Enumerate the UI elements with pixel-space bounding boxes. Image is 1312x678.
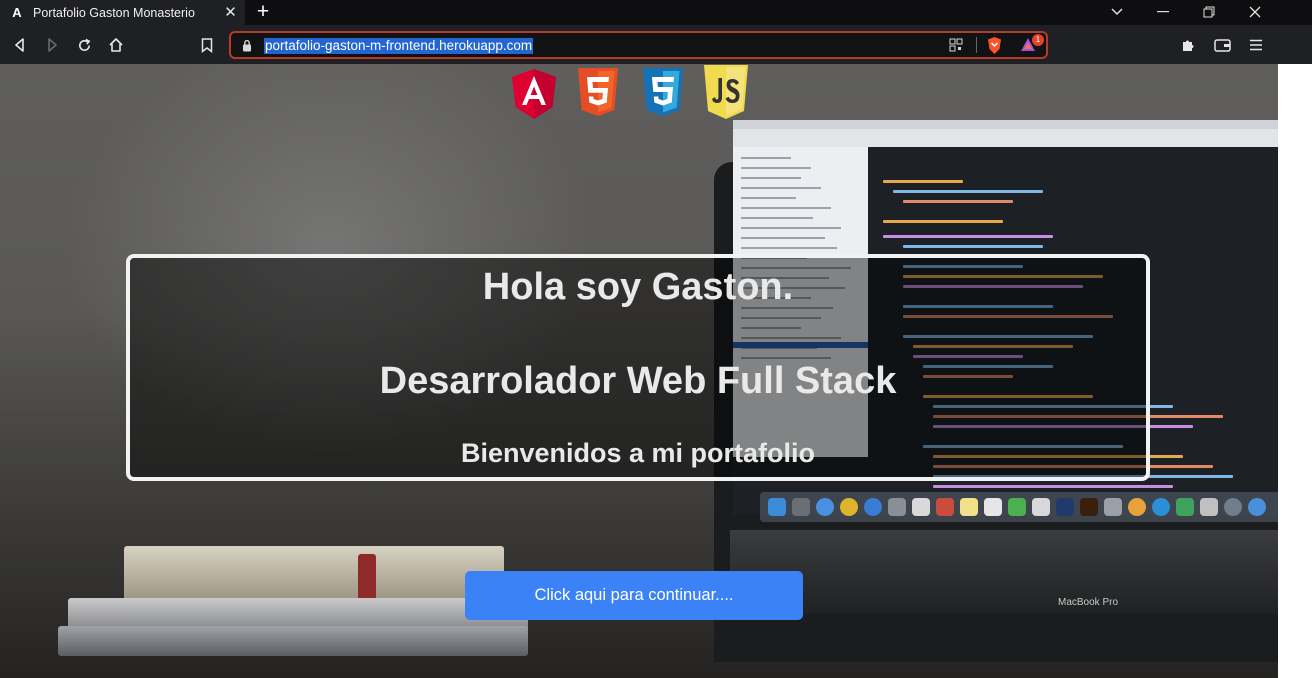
javascript-logo-icon bbox=[704, 65, 748, 119]
hero-subtitle: Desarrolador Web Full Stack bbox=[379, 360, 897, 402]
wallet-icon[interactable] bbox=[1211, 34, 1233, 56]
back-icon[interactable] bbox=[9, 34, 31, 56]
extensions-icon[interactable] bbox=[1177, 34, 1199, 56]
close-tab-icon[interactable]: ✕ bbox=[222, 4, 239, 21]
restore-icon[interactable] bbox=[1195, 2, 1223, 22]
angular-logo-icon bbox=[512, 69, 556, 119]
bookmark-icon[interactable] bbox=[196, 34, 218, 56]
menu-icon[interactable] bbox=[1245, 34, 1267, 56]
lock-icon[interactable] bbox=[242, 39, 252, 57]
tab-strip: A Portafolio Gaston Monasterio ✕ + bbox=[0, 0, 1312, 25]
laptop-dock-image bbox=[760, 492, 1278, 522]
active-tab[interactable]: A Portafolio Gaston Monasterio ✕ bbox=[0, 0, 245, 25]
html5-logo-icon bbox=[578, 68, 618, 116]
tab-title: Portafolio Gaston Monasterio bbox=[33, 5, 195, 20]
reload-icon[interactable] bbox=[73, 34, 95, 56]
laptop-brand-label: MacBook Pro bbox=[1058, 597, 1119, 608]
home-icon[interactable] bbox=[105, 34, 127, 56]
forward-icon[interactable] bbox=[41, 34, 63, 56]
hero-welcome-text: Bienvenidos a mi portafolio bbox=[460, 438, 816, 468]
address-bar[interactable]: portafolio-gaston-m-frontend.herokuapp.c… bbox=[229, 31, 1048, 59]
tab-search-chevron-icon[interactable] bbox=[1103, 2, 1131, 22]
url-text[interactable]: portafolio-gaston-m-frontend.herokuapp.c… bbox=[264, 38, 534, 54]
brave-shields-icon[interactable] bbox=[986, 36, 1003, 60]
hero-title: Hola soy Gaston. bbox=[482, 266, 794, 308]
minimize-icon[interactable] bbox=[1149, 2, 1177, 22]
continue-button[interactable]: Click aqui para continuar.... bbox=[465, 571, 803, 620]
new-tab-button[interactable]: + bbox=[252, 1, 274, 23]
angular-favicon-icon: A bbox=[12, 5, 22, 20]
qr-code-icon[interactable] bbox=[949, 38, 963, 57]
rewards-badge: 1 bbox=[1032, 34, 1044, 46]
css3-logo-icon bbox=[643, 68, 683, 116]
divider bbox=[976, 37, 977, 53]
laptop-base-image bbox=[730, 530, 1290, 614]
page-right-gutter bbox=[1278, 64, 1312, 678]
hero-box: Hola soy Gaston. Desarrolador Web Full S… bbox=[126, 254, 1150, 481]
close-window-icon[interactable] bbox=[1241, 2, 1269, 22]
